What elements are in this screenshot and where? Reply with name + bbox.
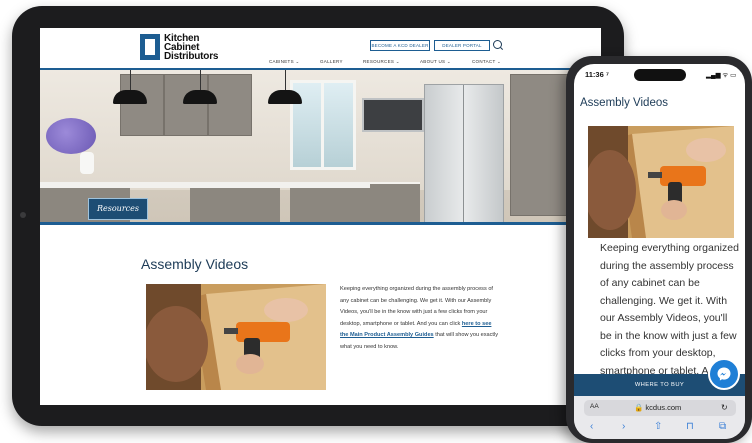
dynamic-island — [634, 69, 686, 81]
page-title: Assembly Videos — [141, 256, 249, 272]
pendant-cord — [130, 70, 131, 90]
hero-refrigerator — [424, 84, 504, 222]
tablet-device: Kitchen Cabinet Distributors BECOME A KC… — [12, 6, 624, 426]
back-icon[interactable]: ‹ — [590, 421, 593, 432]
messenger-chat-button[interactable] — [708, 358, 740, 390]
pendant-lamp — [113, 90, 147, 104]
pendant-lamp — [183, 90, 217, 104]
nav-resources[interactable]: RESOURCES ⌄ — [363, 59, 400, 65]
hero-vase — [80, 152, 94, 174]
logo-icon — [140, 34, 160, 60]
share-icon[interactable]: ⇧ — [654, 421, 662, 432]
hero-window — [290, 80, 356, 170]
tablet-screen: Kitchen Cabinet Distributors BECOME A KC… — [40, 28, 601, 405]
messenger-icon — [717, 367, 731, 381]
bookmarks-icon[interactable]: ⊓ — [686, 421, 694, 432]
phone-screen: 11:36 ⁷ ▂▄▆ ᯤ ▭ Assembly Videos Keeping … — [574, 64, 745, 439]
hero-microwave — [362, 98, 424, 132]
reload-icon[interactable]: ↻ — [721, 403, 728, 412]
hero-flowers — [46, 118, 96, 154]
phone-drill-photo — [588, 126, 734, 238]
upper-cabinet — [120, 74, 164, 136]
lower-cabinet — [190, 182, 280, 222]
pendant-cord — [285, 70, 286, 90]
nav-gallery[interactable]: GALLERY — [320, 59, 343, 64]
browser-toolbar: ‹ › ⇧ ⊓ ⧉ — [574, 420, 745, 436]
search-icon[interactable] — [493, 40, 502, 49]
upper-cabinet — [208, 74, 252, 136]
url-text[interactable]: 🔒 kcdus.com — [634, 403, 681, 412]
logo-text: Kitchen Cabinet Distributors — [164, 33, 219, 62]
reader-aa-button[interactable]: AA — [590, 403, 599, 410]
tablet-camera — [20, 212, 26, 218]
body-paragraph: Keeping everything organized during the … — [340, 284, 500, 353]
section-badge: Resources — [88, 198, 148, 220]
nav-cabinets[interactable]: CABINETS ⌄ — [269, 59, 300, 65]
hero-countertop — [40, 182, 370, 188]
hero-kitchen-image: Resources — [40, 70, 601, 222]
status-time: 11:36 ⁷ — [585, 70, 609, 79]
site-logo[interactable]: Kitchen Cabinet Distributors — [140, 33, 218, 61]
drill-photo — [146, 284, 326, 390]
logo-line-3: Distributors — [164, 50, 219, 62]
forward-icon[interactable]: › — [622, 421, 625, 432]
phone-page-title: Assembly Videos — [580, 97, 668, 109]
pendant-lamp — [268, 90, 302, 104]
pendant-cord — [200, 70, 201, 90]
lower-cabinet — [290, 182, 420, 222]
dealer-portal-button[interactable]: DEALER PORTAL — [434, 40, 490, 51]
hero-divider — [40, 222, 601, 225]
nav-about-us[interactable]: ABOUT US ⌄ — [420, 59, 451, 65]
nav-contact[interactable]: CONTACT ⌄ — [472, 59, 501, 65]
site-header: Kitchen Cabinet Distributors BECOME A KC… — [40, 28, 601, 68]
upper-cabinet — [164, 74, 208, 136]
phone-device: 11:36 ⁷ ▂▄▆ ᯤ ▭ Assembly Videos Keeping … — [566, 56, 752, 443]
status-icons: ▂▄▆ ᯤ ▭ — [706, 72, 737, 79]
status-bar: 11:36 ⁷ ▂▄▆ ᯤ ▭ — [574, 64, 745, 84]
tabs-icon[interactable]: ⧉ — [719, 421, 726, 432]
become-dealer-button[interactable]: BECOME A KCD DEALER — [370, 40, 430, 51]
